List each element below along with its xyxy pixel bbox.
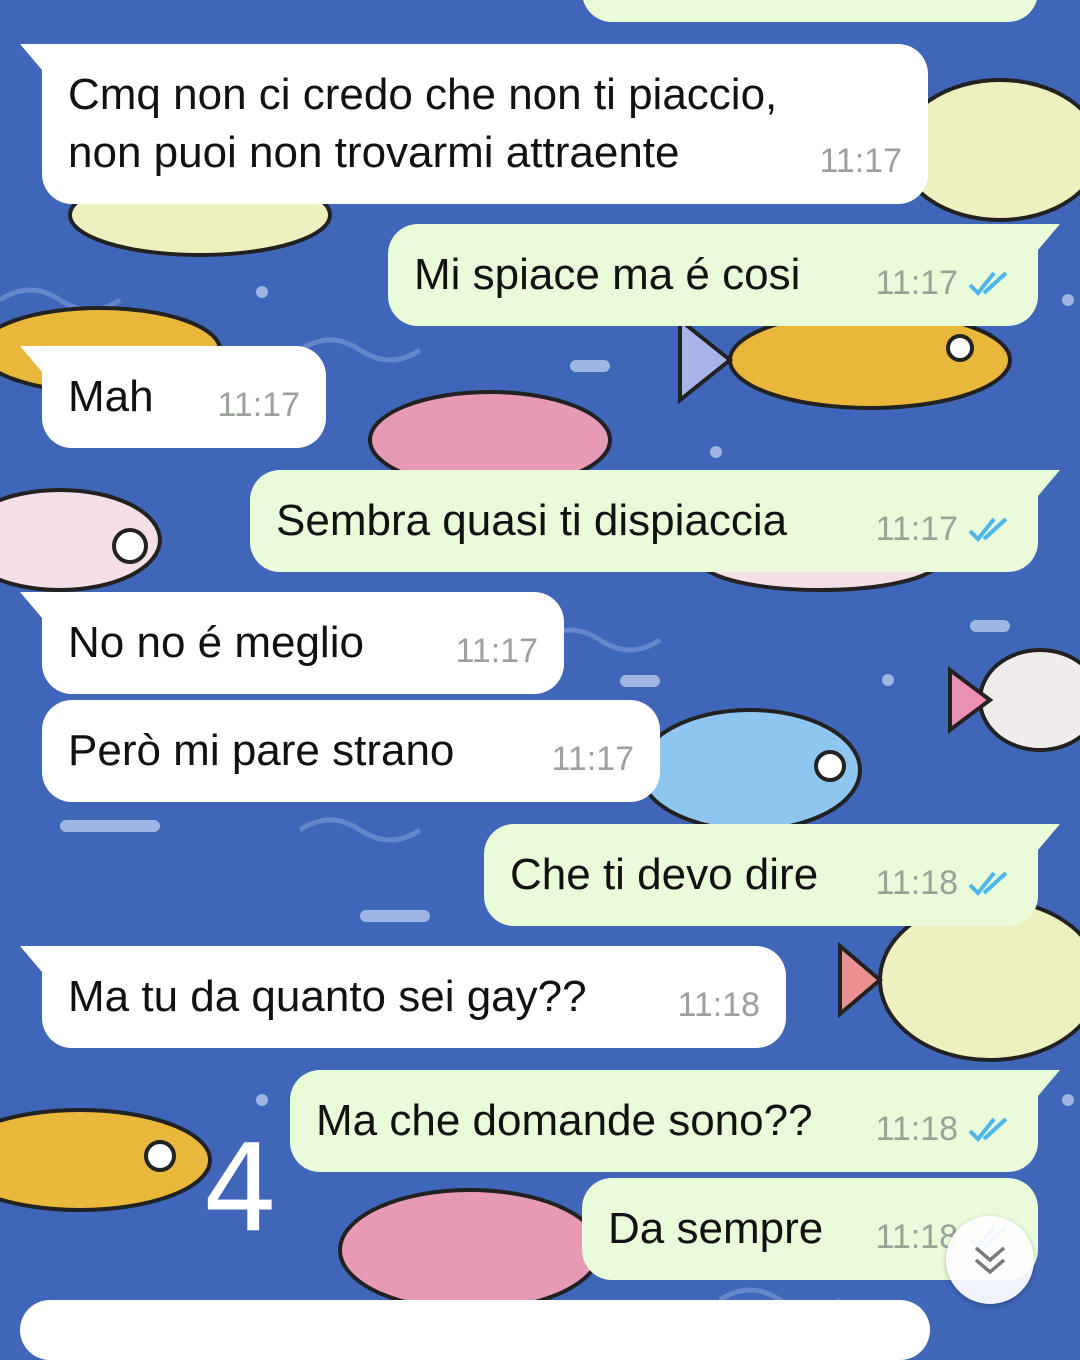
message-text: Però mi pare strano bbox=[68, 726, 455, 775]
message-time: 11:17 bbox=[875, 510, 958, 548]
chevron-double-down-icon bbox=[974, 1246, 1006, 1275]
message-text: Cmq non ci credo che non ti piaccio, non… bbox=[68, 70, 778, 177]
message-outgoing-4[interactable]: Ma che domande sono?? 11:18 bbox=[290, 1070, 1060, 1172]
message-outgoing-1[interactable]: Mi spiace ma é cosi 11:17 bbox=[388, 224, 1060, 326]
message-incoming-3[interactable]: No no é meglio 11:17 bbox=[20, 592, 564, 694]
message-outgoing-2[interactable]: Sembra quasi ti dispiaccia 11:17 bbox=[250, 470, 1060, 572]
double-check-icon bbox=[968, 517, 1008, 542]
message-incoming-partial[interactable] bbox=[20, 1300, 930, 1360]
double-check-icon bbox=[968, 1117, 1008, 1142]
message-time: 11:17 bbox=[875, 264, 958, 302]
handwritten-number: 4 bbox=[202, 1120, 279, 1259]
message-incoming-4[interactable]: Però mi pare strano 11:17 bbox=[42, 700, 660, 802]
message-time: 11:17 bbox=[551, 740, 634, 778]
scroll-to-bottom-button[interactable] bbox=[946, 1216, 1034, 1304]
message-incoming-5[interactable]: Ma tu da quanto sei gay?? 11:18 bbox=[20, 946, 786, 1048]
message-time: 11:18 bbox=[677, 986, 760, 1024]
message-time: 11:18 bbox=[875, 864, 958, 902]
message-time: 11:18 bbox=[875, 1110, 958, 1148]
message-time: 11:17 bbox=[819, 142, 902, 180]
message-time: 11:17 bbox=[455, 632, 538, 670]
message-outgoing-3[interactable]: Che ti devo dire 11:18 bbox=[484, 824, 1060, 926]
message-incoming-2[interactable]: Mah 11:17 bbox=[20, 346, 326, 448]
message-incoming-1[interactable]: Cmq non ci credo che non ti piaccio, non… bbox=[20, 44, 928, 204]
message-text: Ma tu da quanto sei gay?? bbox=[68, 972, 587, 1021]
message-time: 11:17 bbox=[217, 386, 300, 424]
double-check-icon bbox=[968, 871, 1008, 896]
message-outgoing-partial[interactable] bbox=[582, 0, 1038, 22]
double-check-icon bbox=[968, 271, 1008, 296]
